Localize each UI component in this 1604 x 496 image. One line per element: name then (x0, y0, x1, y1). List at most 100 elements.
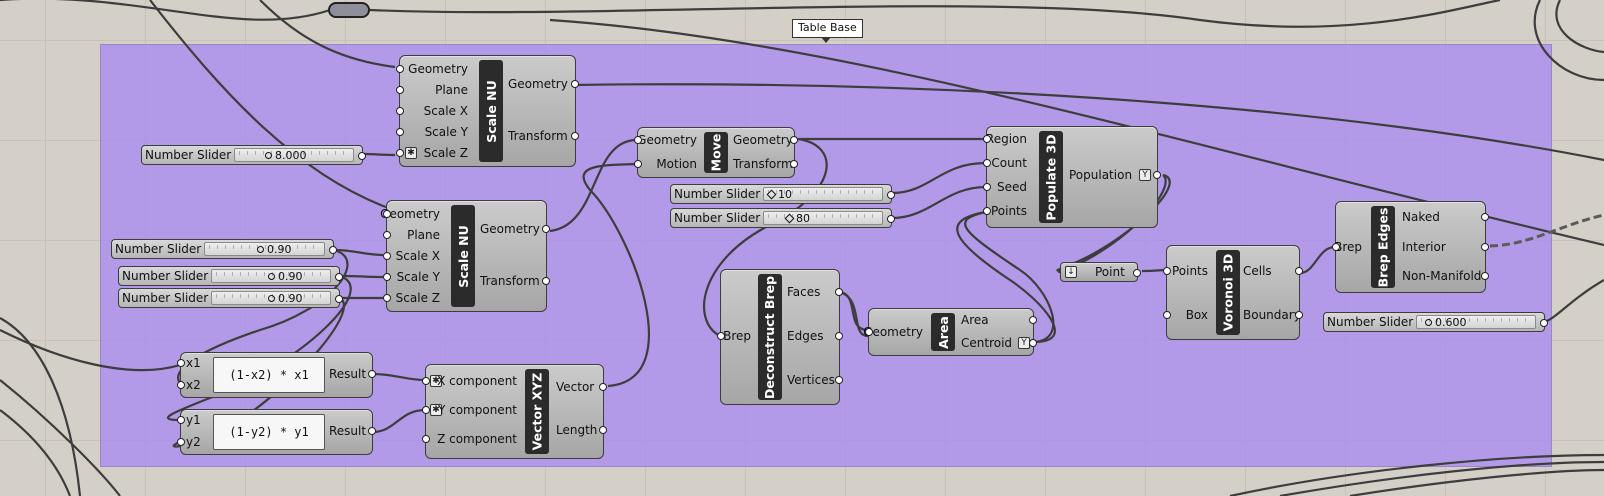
input-grip[interactable] (383, 252, 391, 260)
scale-nu-component[interactable]: Scale NU Geometry Plane Scale X Scale Y … (380, 200, 550, 312)
output-naked[interactable]: Naked (1402, 209, 1440, 225)
slider-value[interactable]: 0.90 (257, 243, 292, 257)
number-slider[interactable]: Number Slider 8.000 (141, 145, 366, 165)
output-grip[interactable] (599, 426, 607, 434)
output-geometry[interactable]: Geometry (733, 132, 793, 148)
input-region[interactable]: Region (986, 131, 1027, 147)
number-slider[interactable]: Number Slider 0.90 (111, 239, 337, 259)
output-length[interactable]: Length (556, 422, 597, 438)
slider-track[interactable]: 0.90 (211, 291, 331, 305)
output-transform[interactable]: Transform (480, 273, 540, 289)
output-non-manifold[interactable]: Non-Manifold (1402, 268, 1481, 284)
input-scale-x[interactable]: Scale X (396, 248, 440, 264)
number-slider[interactable]: Number Slider 0.90 (118, 266, 343, 286)
input-grip[interactable] (422, 435, 430, 443)
input-z-component[interactable]: Z component (437, 431, 517, 447)
input-motion[interactable]: Motion (656, 156, 697, 172)
input-count[interactable]: Count (991, 155, 1027, 171)
input-grip[interactable] (983, 183, 991, 191)
output-grip[interactable] (835, 288, 843, 296)
slider-track[interactable]: 10 (763, 187, 883, 201)
vector-xyz-component[interactable]: Vector XYZ ✱ ✱ X component Y component Z… (422, 364, 607, 459)
slider-value[interactable]: 80 (786, 212, 810, 226)
slider-track[interactable]: 8.000 (234, 148, 354, 162)
output-grip[interactable] (790, 136, 798, 144)
input-grip[interactable] (717, 332, 725, 340)
output-transform[interactable]: Transform (733, 156, 793, 172)
move-component[interactable]: Move Geometry Motion Geometry Transform (634, 127, 798, 178)
input-grip[interactable] (983, 207, 991, 215)
output-grip[interactable] (368, 370, 376, 378)
output-grip[interactable] (368, 427, 376, 435)
input-plane[interactable]: Plane (435, 82, 468, 98)
output-grip[interactable] (1029, 339, 1037, 347)
voronoi-3d-component[interactable]: Voronoi 3D Points Box Cells Boundary (1163, 245, 1303, 340)
input-grip[interactable] (396, 107, 404, 115)
input-grip[interactable] (396, 149, 404, 157)
input-grip[interactable] (396, 128, 404, 136)
output-transform[interactable]: Transform (508, 128, 568, 144)
input-grip[interactable] (422, 377, 430, 385)
output-grip[interactable] (1295, 267, 1303, 275)
number-slider[interactable]: Number Slider 0.600 (1323, 312, 1548, 332)
input-points[interactable]: Points (1172, 263, 1208, 279)
output-grip[interactable] (571, 80, 579, 88)
input-box[interactable]: Box (1186, 307, 1208, 323)
output-grip[interactable] (1540, 319, 1548, 327)
output-grip[interactable] (1481, 213, 1489, 221)
expression-component[interactable]: y1 y2 (1-y2) * y1 Result (177, 409, 376, 455)
output-grip[interactable] (542, 225, 550, 233)
input-brep[interactable]: Brep (723, 328, 751, 344)
number-slider[interactable]: Number Slider 80 (670, 208, 895, 228)
input-grip[interactable] (422, 406, 430, 414)
input-grip[interactable] (177, 438, 185, 446)
number-slider[interactable]: Number Slider 10 (670, 184, 895, 204)
input-scale-y[interactable]: Scale Y (425, 124, 468, 140)
output-result[interactable]: Result (329, 423, 366, 439)
input-y1[interactable]: y1 (186, 412, 201, 428)
input-grip[interactable] (177, 416, 185, 424)
input-grip[interactable] (383, 231, 391, 239)
expression-component[interactable]: x1 x2 (1-x2) * x1 Result (177, 352, 376, 398)
input-y2[interactable]: y2 (186, 434, 201, 450)
output-grip[interactable] (542, 277, 550, 285)
expression-text[interactable]: (1-x2) * x1 (213, 357, 325, 393)
output-cells[interactable]: Cells (1243, 263, 1272, 279)
slider-value[interactable]: 0.90 (268, 292, 303, 306)
input-grip[interactable] (383, 273, 391, 281)
input-seed[interactable]: Seed (997, 179, 1027, 195)
output-grip[interactable] (329, 246, 337, 254)
grasshopper-canvas[interactable]: Table Base Scale NU Geometry Plane Scale… (0, 0, 1604, 496)
input-grip[interactable] (983, 159, 991, 167)
slider-track[interactable]: 0.600 (1416, 315, 1536, 329)
number-slider[interactable]: Number Slider 0.90 (118, 288, 343, 308)
input-scale-x[interactable]: Scale X (424, 103, 468, 119)
output-grip[interactable] (835, 376, 843, 384)
output-grip[interactable] (571, 132, 579, 140)
populate-3d-component[interactable]: Populate 3D Region Count Seed Points Pop… (983, 126, 1161, 228)
input-plane[interactable]: Plane (407, 227, 440, 243)
output-geometry[interactable]: Geometry (480, 221, 540, 237)
input-geometry[interactable]: Geometry (637, 132, 697, 148)
slider-value[interactable]: 10 (768, 188, 792, 202)
output-vertices[interactable]: Vertices (787, 372, 835, 388)
input-grip[interactable] (177, 381, 185, 389)
output-grip[interactable] (1481, 243, 1489, 251)
slider-track[interactable]: 0.90 (211, 269, 331, 283)
input-grip[interactable] (383, 210, 391, 218)
output-interior[interactable]: Interior (1402, 239, 1446, 255)
output-population[interactable]: Population (1069, 167, 1132, 183)
output-geometry[interactable]: Geometry (508, 76, 568, 92)
output-centroid[interactable]: Centroid (961, 335, 1012, 351)
output-faces[interactable]: Faces (787, 284, 820, 300)
output-grip[interactable] (335, 295, 343, 303)
output-grip[interactable] (887, 191, 895, 199)
output-grip[interactable] (790, 160, 798, 168)
input-grip[interactable] (177, 359, 185, 367)
output-grip[interactable] (335, 273, 343, 281)
input-grip[interactable] (396, 65, 404, 73)
input-grip[interactable] (983, 135, 991, 143)
expression-text[interactable]: (1-y2) * y1 (213, 414, 325, 450)
point-parameter[interactable]: ↓ Point (1060, 262, 1141, 282)
scale-nu-component[interactable]: Scale NU Geometry Plane Scale X Scale Y … (396, 55, 579, 167)
